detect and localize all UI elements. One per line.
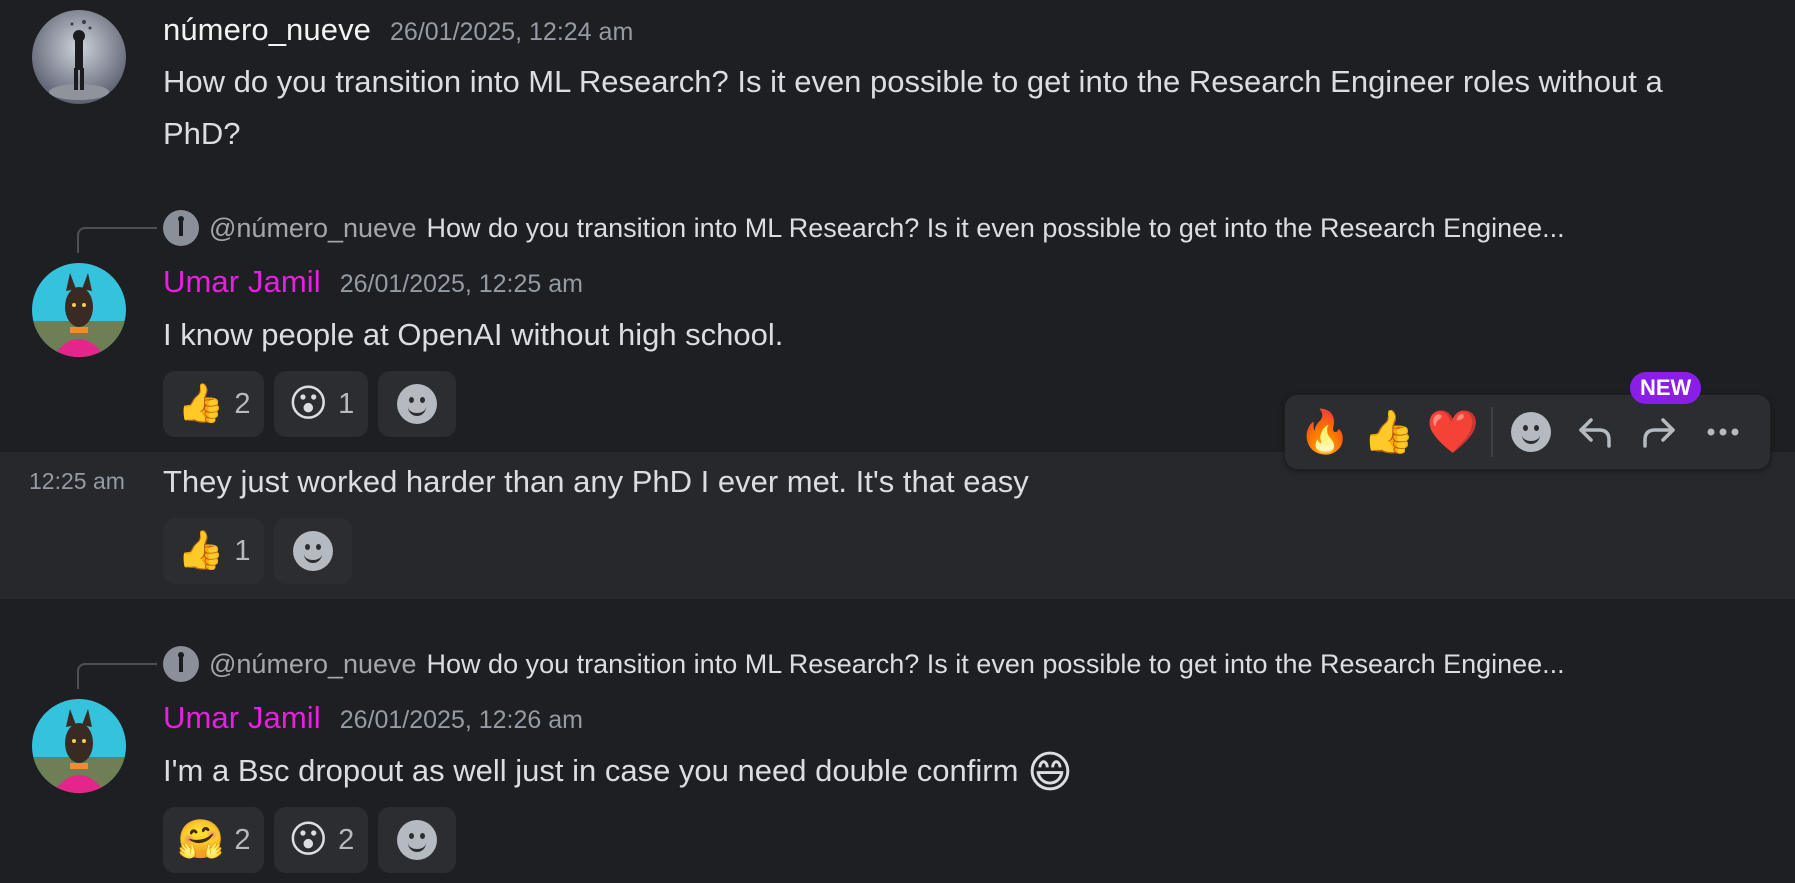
reaction-count: 2 (338, 823, 355, 856)
message-timestamp[interactable]: 26/01/2025, 12:24 am (390, 18, 633, 47)
reaction-count: 1 (234, 534, 251, 567)
reply-text: How do you transition into ML Research? … (426, 648, 1565, 679)
reply-mention[interactable]: @número_nueve (209, 649, 417, 680)
thumbs-up-icon: 👍 (177, 530, 225, 572)
add-reaction-icon (397, 384, 438, 424)
reaction-count: 1 (338, 387, 355, 420)
chat-message-list: número_nueve 26/01/2025, 12:24 am How do… (0, 0, 1795, 883)
reply-avatar (163, 646, 199, 682)
reaction-bar: 🤗 2 😮 2 (163, 807, 457, 873)
quick-reaction-thumbs-up[interactable]: 👍 (1357, 400, 1421, 464)
message-text-content: I'm a Bsc dropout as well just in case y… (163, 753, 1019, 788)
reaction-bar: 👍 1 (163, 518, 353, 584)
reply-text: How do you transition into ML Research? … (426, 212, 1565, 243)
quick-reaction-heart[interactable]: ❤️ (1421, 400, 1485, 464)
message-side-timestamp[interactable]: 12:25 am (29, 468, 125, 495)
reaction-count: 2 (234, 387, 251, 420)
thumbs-up-icon: 👍 (177, 383, 225, 425)
forward-button[interactable] (1627, 400, 1691, 464)
forward-icon (1643, 418, 1675, 448)
add-reaction-button[interactable] (378, 807, 457, 873)
username[interactable]: número_nueve (163, 12, 371, 48)
hugging-face-icon: 🤗 (177, 819, 225, 861)
surprised-face-icon: 😮 (288, 383, 329, 425)
reply-connector (77, 227, 157, 253)
reaction-surprised[interactable]: 😮 1 (274, 371, 369, 437)
grinning-face-icon: 😄 (1027, 748, 1073, 797)
reply-connector (77, 663, 157, 689)
message-header: Umar Jamil 26/01/2025, 12:25 am (163, 264, 583, 300)
message-action-toolbar: 🔥 👍 ❤️ (1284, 394, 1771, 470)
message-text: I know people at OpenAI without high sch… (163, 317, 784, 352)
surprised-face-icon: 😮 (288, 819, 329, 861)
quick-reaction-fire[interactable]: 🔥 (1293, 400, 1357, 464)
reply-icon (1579, 418, 1611, 448)
avatar-umar-jamil[interactable] (32, 263, 126, 357)
username[interactable]: Umar Jamil (163, 264, 321, 300)
reply-mention[interactable]: @número_nueve (209, 213, 417, 244)
message-header: número_nueve 26/01/2025, 12:24 am (163, 12, 633, 48)
add-reaction-button[interactable] (274, 518, 353, 584)
message-timestamp[interactable]: 26/01/2025, 12:26 am (340, 706, 583, 735)
reaction-bar: 👍 2 😮 1 (163, 371, 457, 437)
reaction-surprised[interactable]: 😮 2 (274, 807, 369, 873)
message-timestamp[interactable]: 26/01/2025, 12:25 am (340, 270, 583, 299)
new-badge: NEW (1630, 372, 1702, 404)
reaction-count: 2 (234, 823, 251, 856)
message-header: Umar Jamil 26/01/2025, 12:26 am (163, 700, 583, 736)
avatar-numero-nueve[interactable] (32, 10, 126, 104)
reply-avatar (163, 210, 199, 246)
username[interactable]: Umar Jamil (163, 700, 321, 736)
reaction-thumbs-up[interactable]: 👍 2 (163, 371, 265, 437)
add-reaction-icon (293, 531, 334, 571)
toolbar-divider (1491, 407, 1493, 457)
add-reaction-icon (1511, 412, 1551, 452)
message-text: How do you transition into ML Research? … (163, 64, 1663, 151)
add-reaction-button[interactable] (1499, 400, 1563, 464)
avatar-umar-jamil[interactable] (32, 699, 126, 793)
reply-button[interactable] (1563, 400, 1627, 464)
more-icon (1707, 428, 1739, 436)
add-reaction-button[interactable] (378, 371, 457, 437)
reaction-thumbs-up[interactable]: 👍 1 (163, 518, 265, 584)
message-text: I'm a Bsc dropout as well just in case y… (163, 745, 1743, 799)
reply-preview[interactable]: @número_nueve How do you transition into… (163, 646, 1565, 682)
more-options-button[interactable] (1691, 400, 1755, 464)
reaction-hugging[interactable]: 🤗 2 (163, 807, 265, 873)
reply-preview[interactable]: @número_nueve How do you transition into… (163, 210, 1565, 246)
add-reaction-icon (397, 820, 438, 860)
